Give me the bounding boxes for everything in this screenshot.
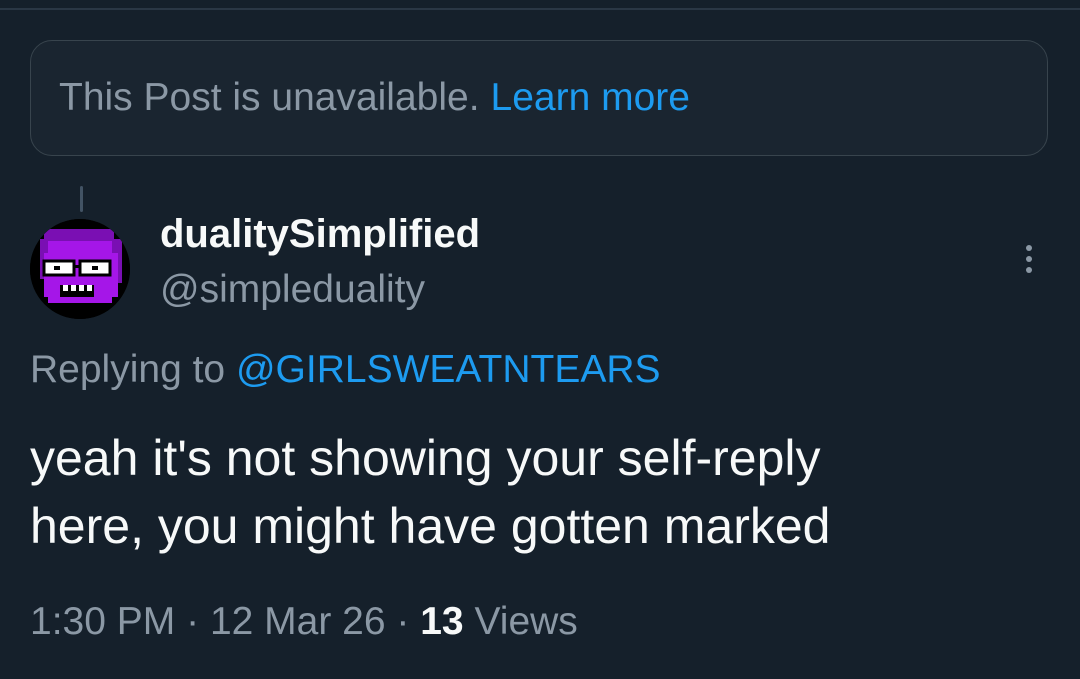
meta-separator: · (186, 600, 200, 643)
tweet-text-line: here, you might have gotten marked (30, 498, 831, 554)
tweet-text: yeah it's not showing your self-reply he… (30, 424, 1040, 560)
thread-connector-line (80, 186, 83, 212)
unavailable-post-notice: This Post is unavailable. Learn more (30, 40, 1048, 156)
purple-pixel-face-avatar-icon (30, 219, 130, 319)
more-options-button[interactable] (1012, 236, 1046, 282)
tweet-meta: 1:30 PM · 12 Mar 26 · 13 Views (30, 600, 578, 644)
unavailable-text: This Post is unavailable. (59, 76, 480, 119)
tweet-time[interactable]: 1:30 PM (30, 600, 175, 643)
replying-to-mention[interactable]: @GIRLSWEATNTEARS (236, 348, 661, 391)
replying-to: Replying to @GIRLSWEATNTEARS (30, 348, 661, 392)
views-count: 13 (420, 600, 464, 643)
learn-more-link[interactable]: Learn more (491, 76, 690, 120)
author-display-name[interactable]: dualitySimplified (160, 212, 480, 257)
tweet-date[interactable]: 12 Mar 26 (210, 600, 386, 643)
more-vertical-icon-dot (1026, 256, 1032, 262)
post-detail-page: This Post is unavailable. Learn more dua… (0, 0, 1080, 679)
meta-separator: · (396, 600, 410, 643)
avatar[interactable] (30, 219, 130, 319)
more-vertical-icon-dot (1026, 267, 1032, 273)
more-vertical-icon (1026, 245, 1032, 251)
author-handle[interactable]: @simpleduality (160, 268, 425, 312)
top-divider (0, 8, 1080, 10)
replying-to-prefix: Replying to (30, 348, 226, 391)
views-label: Views (474, 600, 578, 643)
tweet-text-line: yeah it's not showing your self-reply (30, 430, 821, 486)
